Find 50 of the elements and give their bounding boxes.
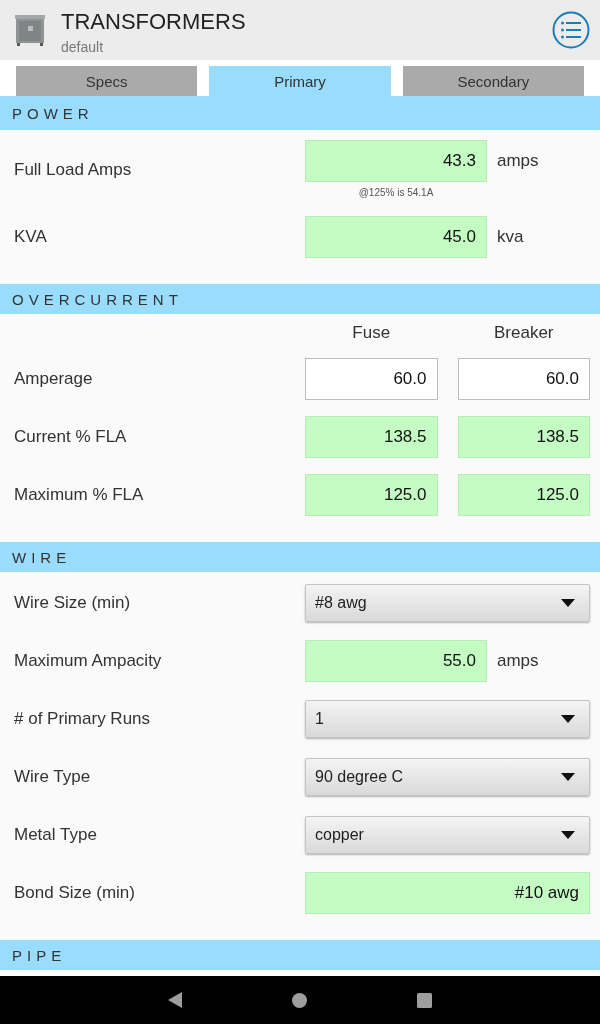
field-label: # of Primary Runs	[14, 709, 152, 729]
home-icon[interactable]	[292, 992, 307, 1008]
note-text: @125% is 54.1A	[357, 186, 435, 200]
dropdown[interactable]: #8 awg	[305, 584, 590, 622]
field-label: Current % FLA	[14, 427, 128, 447]
dropdown[interactable]: copper	[305, 816, 590, 854]
field-label: Amperage	[14, 369, 94, 389]
app-subtitle: default	[61, 38, 104, 55]
input-field[interactable]: 60.0	[305, 358, 438, 400]
field-label: Maximum Ampacity	[14, 651, 163, 671]
readout-field: 43.3	[305, 140, 487, 182]
unit-label: amps	[497, 651, 539, 671]
tab[interactable]: Specs	[16, 66, 198, 96]
back-icon[interactable]	[168, 992, 182, 1008]
field-label: Maximum % FLA	[14, 485, 145, 505]
caret-icon	[561, 715, 575, 723]
tab[interactable]: Primary	[209, 66, 391, 96]
caret-icon	[561, 831, 575, 839]
menu-button[interactable]	[552, 11, 590, 49]
tab[interactable]: Secondary	[402, 66, 584, 96]
caret-icon	[561, 773, 575, 781]
field-label: Metal Type	[14, 825, 98, 845]
section-header: POWER	[0, 96, 600, 130]
field-label: Full Load Amps	[14, 160, 133, 180]
readout-field: 125.0	[305, 474, 438, 516]
section-header: WIRE	[0, 542, 600, 572]
cabinet-icon	[15, 14, 45, 46]
menu-icon	[552, 11, 590, 49]
app-title: TRANSFORMERS	[61, 9, 246, 34]
section-header: OVERCURRENT	[0, 284, 600, 314]
readout-field: 125.0	[457, 474, 590, 516]
dropdown[interactable]: 90 degree C	[305, 758, 590, 796]
readout-field: 55.0	[305, 640, 487, 682]
unit-label: amps	[497, 151, 539, 171]
column-header: Fuse	[352, 324, 391, 342]
dropdown[interactable]: 1	[305, 700, 590, 738]
readout-field: 138.5	[457, 416, 590, 458]
field-label: KVA	[14, 227, 48, 247]
readout-field: #10 awg	[305, 872, 590, 914]
field-label: Bond Size (min)	[14, 883, 136, 903]
field-label: Wire Size (min)	[14, 593, 132, 613]
column-header: Breaker	[494, 324, 554, 342]
section-header: PIPE	[0, 940, 600, 970]
readout-field: 138.5	[305, 416, 438, 458]
square-icon[interactable]	[417, 992, 432, 1008]
unit-label: kva	[497, 227, 524, 247]
input-field[interactable]: 60.0	[457, 358, 590, 400]
field-label: Wire Type	[14, 767, 92, 787]
caret-icon	[561, 599, 575, 607]
readout-field: 45.0	[305, 216, 487, 258]
